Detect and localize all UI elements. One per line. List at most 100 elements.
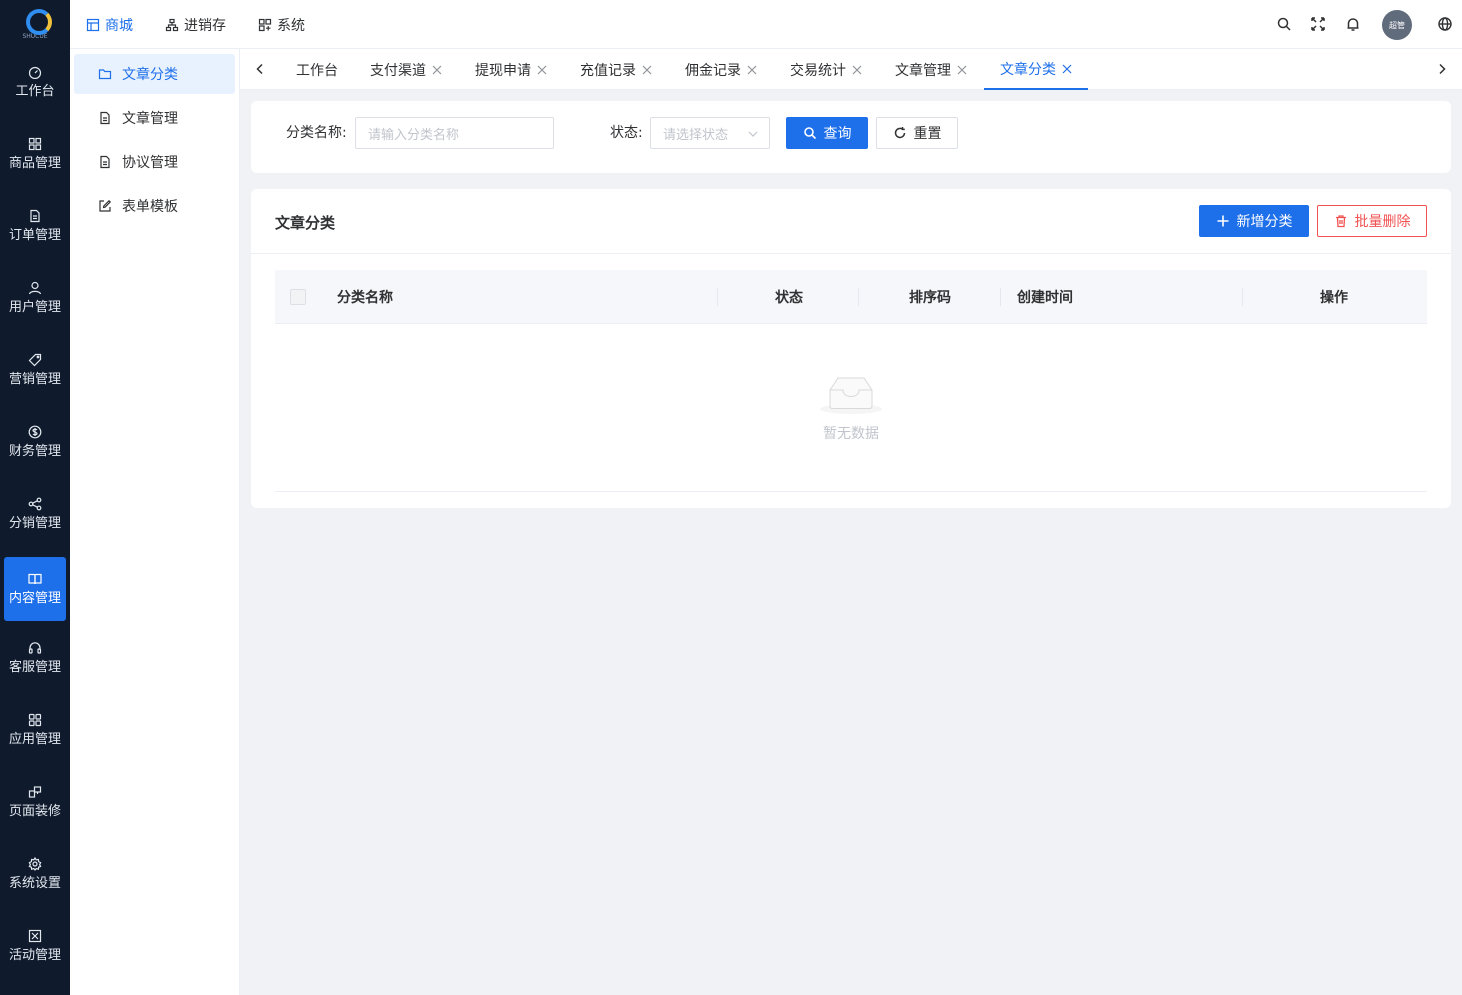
- logo-mark-icon: [22, 9, 52, 35]
- category-name-input[interactable]: 请输入分类名称: [355, 117, 554, 149]
- refresh-icon: [894, 127, 905, 139]
- rail-item-dashboard[interactable]: 工作台: [4, 50, 66, 114]
- select-all-checkbox[interactable]: [290, 289, 306, 305]
- tab-recharge-records[interactable]: 充值记录: [580, 49, 652, 90]
- bell-icon[interactable]: [1345, 16, 1361, 32]
- rail-item-users[interactable]: 用户管理: [4, 266, 66, 330]
- status-label: 状态:: [610, 125, 643, 141]
- close-icon[interactable]: [642, 65, 652, 75]
- close-icon[interactable]: [852, 65, 862, 75]
- rail-item-label: 内容管理: [8, 590, 61, 606]
- tab-withdraw-requests[interactable]: 提现申请: [475, 49, 547, 90]
- tab-label: 支付渠道: [370, 62, 426, 79]
- tab-payment-channels[interactable]: 支付渠道: [370, 49, 442, 90]
- search-icon[interactable]: [1276, 16, 1292, 32]
- add-category-button[interactable]: 新增分类: [1199, 205, 1309, 237]
- category-name-placeholder: 请输入分类名称: [368, 127, 460, 143]
- top-header: 商城 进销存 系统 超管: [70, 0, 1462, 49]
- subnav-item-agreement-management[interactable]: 协议管理: [74, 142, 235, 182]
- tab-trade-statistics[interactable]: 交易统计: [790, 49, 862, 90]
- column-header-label: 状态: [775, 290, 803, 306]
- close-icon[interactable]: [957, 65, 967, 75]
- store-icon: [86, 18, 100, 31]
- rail-item-content[interactable]: 内容管理: [4, 557, 66, 621]
- rail-item-finance[interactable]: 财务管理: [4, 410, 66, 474]
- column-header-name[interactable]: 分类名称: [337, 270, 393, 324]
- tabs-scroll-right-icon[interactable]: [1435, 62, 1449, 76]
- rail-item-label: 财务管理: [8, 443, 61, 459]
- close-icon[interactable]: [432, 65, 442, 75]
- add-category-label: 新增分类: [1236, 214, 1293, 230]
- headset-icon: [28, 641, 42, 654]
- tab-article-category[interactable]: 文章分类: [984, 49, 1088, 90]
- tab-label: 工作台: [296, 62, 338, 79]
- rail-item-label: 用户管理: [8, 299, 61, 315]
- plus-icon: [1217, 215, 1228, 227]
- rail-item-settings[interactable]: 系统设置: [4, 842, 66, 906]
- reset-button[interactable]: 重置: [876, 117, 958, 149]
- user-icon: [28, 281, 42, 294]
- edit-icon: [99, 199, 112, 212]
- panel-divider: [251, 253, 1451, 254]
- rail-item-label: 分销管理: [8, 515, 61, 531]
- subnav-item-article-category[interactable]: 文章分类: [74, 54, 235, 94]
- column-header-actions: 操作: [1320, 270, 1348, 324]
- top-nav-store[interactable]: 商城: [86, 0, 133, 49]
- subnav-item-article-management[interactable]: 文章管理: [74, 98, 235, 138]
- column-header-sort[interactable]: 排序码: [909, 270, 951, 324]
- query-button[interactable]: 查询: [786, 117, 868, 149]
- globe-icon[interactable]: [1437, 16, 1453, 32]
- tab-article-management[interactable]: 文章管理: [895, 49, 967, 90]
- top-nav-label: 商城: [105, 17, 133, 34]
- tab-dashboard[interactable]: 工作台: [296, 49, 338, 90]
- subnav-item-label: 文章分类: [122, 67, 178, 83]
- rail-item-products[interactable]: 商品管理: [4, 122, 66, 186]
- status-select[interactable]: 请选择状态: [650, 117, 770, 149]
- tab-label: 文章分类: [1000, 61, 1056, 78]
- search-icon: [803, 127, 816, 140]
- rail-item-label: 商品管理: [8, 155, 61, 171]
- subnav-item-form-template[interactable]: 表单模板: [74, 186, 235, 226]
- close-icon[interactable]: [537, 65, 547, 75]
- column-header-label: 创建时间: [1017, 290, 1073, 306]
- close-icon[interactable]: [747, 65, 757, 75]
- rail-item-label: 应用管理: [8, 731, 61, 747]
- column-divider: [858, 288, 859, 306]
- rail-item-label: 页面装修: [8, 803, 61, 819]
- dashboard-icon: [28, 66, 42, 79]
- empty-state-text: 暂无数据: [823, 426, 879, 442]
- logo[interactable]: SHUCUE: [0, 0, 70, 50]
- tab-commission-records[interactable]: 佣金记录: [685, 49, 757, 90]
- tabs-scroll-left-icon[interactable]: [253, 62, 267, 76]
- tab-label: 交易统计: [790, 62, 846, 79]
- close-icon[interactable]: [1062, 64, 1072, 74]
- rail-item-marketing[interactable]: 营销管理: [4, 338, 66, 402]
- apps-icon: [28, 713, 42, 726]
- column-header-created[interactable]: 创建时间: [1017, 270, 1073, 324]
- rail-item-label: 工作台: [15, 83, 55, 99]
- top-nav-system[interactable]: 系统: [258, 0, 305, 49]
- grid-icon: [28, 137, 42, 150]
- column-header-label: 操作: [1320, 290, 1348, 306]
- fullscreen-icon[interactable]: [1310, 16, 1326, 32]
- column-header-label: 排序码: [909, 290, 951, 306]
- column-header-status[interactable]: 状态: [775, 270, 803, 324]
- reset-button-label: 重置: [913, 126, 942, 142]
- top-nav-label: 系统: [277, 17, 305, 34]
- folder-icon: [98, 69, 112, 80]
- rail-item-apps[interactable]: 应用管理: [4, 698, 66, 762]
- document-icon: [30, 209, 40, 222]
- rail-item-distribution[interactable]: 分销管理: [4, 482, 66, 546]
- file-icon: [100, 155, 110, 169]
- layout-icon: [28, 785, 42, 798]
- rail-item-customer-service[interactable]: 客服管理: [4, 626, 66, 690]
- batch-delete-button[interactable]: 批量删除: [1317, 205, 1427, 237]
- tab-label: 提现申请: [475, 62, 531, 79]
- top-nav-inventory[interactable]: 进销存: [165, 0, 226, 49]
- avatar[interactable]: 超管: [1382, 10, 1412, 40]
- rail-item-label: 营销管理: [8, 371, 61, 387]
- rail-item-page-design[interactable]: 页面装修: [4, 770, 66, 834]
- rail-item-orders[interactable]: 订单管理: [4, 194, 66, 258]
- rail-item-activities[interactable]: 活动管理: [4, 914, 66, 978]
- category-table-panel: 文章分类 新增分类 批量删除 分类名称 状态 排序码 创建时间 操作 暂无数据: [251, 189, 1451, 508]
